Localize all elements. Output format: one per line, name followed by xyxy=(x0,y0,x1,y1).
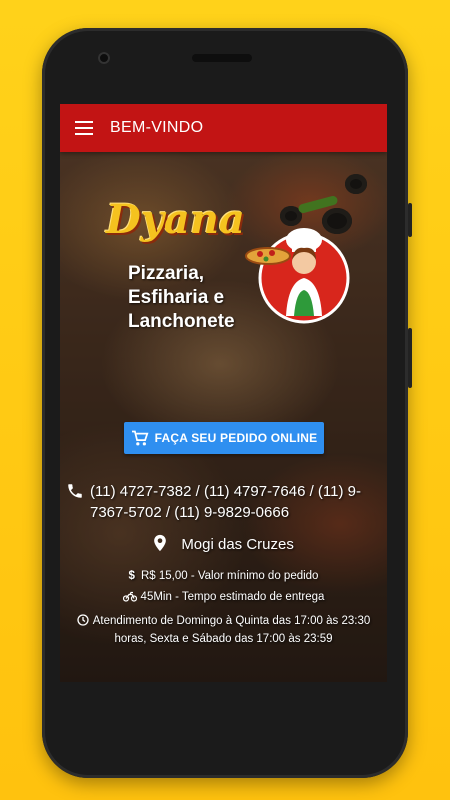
logo-script-text: Dyana xyxy=(106,196,245,243)
logo-line: Pizzaria, xyxy=(128,263,205,284)
chef-mascot-icon xyxy=(245,228,350,324)
min-order-text: R$ 15,00 - Valor mínimo do pedido xyxy=(140,570,319,582)
phone-numbers-text[interactable]: (11) 4727-7382 / (11) 4797-7646 / (11) 9… xyxy=(90,483,361,521)
logo-subtitle: Pizzaria, Esfiharia e Lanchonete xyxy=(128,262,258,334)
delivery-time-row: 45Min - Tempo estimado de entrega xyxy=(60,591,387,603)
opening-hours: Atendimento de Domingo à Quinta das 17:0… xyxy=(60,612,387,648)
dollar-icon: $ xyxy=(128,570,135,582)
app-bar: BEM-VINDO xyxy=(60,104,387,152)
city-row: Mogi das Cruzes xyxy=(60,534,387,553)
speaker-grille xyxy=(192,54,252,62)
camera-icon xyxy=(98,52,110,64)
menu-icon[interactable] xyxy=(60,104,108,152)
order-button-label: FAÇA SEU PEDIDO ONLINE xyxy=(154,431,318,445)
city-text: Mogi das Cruzes xyxy=(181,536,294,553)
phone-numbers: (11) 4727-7382 / (11) 4797-7646 / (11) 9… xyxy=(60,481,387,523)
clock-icon xyxy=(77,614,89,626)
logo-line: Lanchonete xyxy=(128,311,235,332)
app-screen: BEM-VINDO Dyana Pizzaria, Esfiharia e La… xyxy=(60,104,387,682)
location-pin-icon xyxy=(154,534,166,552)
volume-button xyxy=(408,203,412,237)
cart-icon xyxy=(131,430,149,446)
opening-hours-text: Atendimento de Domingo à Quinta das 17:0… xyxy=(92,615,371,645)
motorcycle-icon xyxy=(122,591,137,602)
brand-logo: Dyana Pizzaria, Esfiharia e Lanchonete xyxy=(106,196,350,332)
power-button xyxy=(408,328,412,388)
page-title: BEM-VINDO xyxy=(110,119,204,136)
min-order-row: $ R$ 15,00 - Valor mínimo do pedido xyxy=(60,570,387,582)
logo-line: Esfiharia e xyxy=(128,287,225,308)
phone-icon xyxy=(68,484,82,498)
delivery-time-text: 45Min - Tempo estimado de entrega xyxy=(140,591,325,603)
order-online-button[interactable]: FAÇA SEU PEDIDO ONLINE xyxy=(124,422,324,454)
